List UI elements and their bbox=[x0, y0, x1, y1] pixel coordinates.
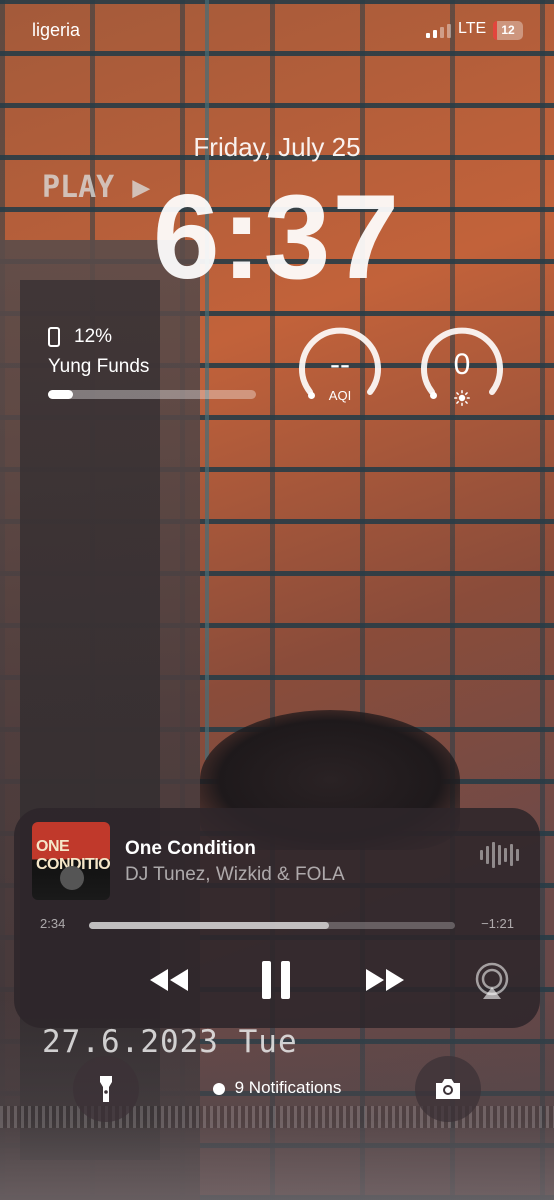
playback-scrubber[interactable] bbox=[89, 922, 455, 929]
aqi-widget[interactable]: -- AQI bbox=[296, 326, 384, 414]
song-title: One Condition bbox=[125, 838, 256, 859]
fast-forward-button[interactable] bbox=[360, 958, 410, 1002]
status-bar: ligeria LTE 12 bbox=[0, 0, 554, 64]
airplay-button[interactable] bbox=[472, 961, 512, 1001]
network-type: LTE bbox=[458, 20, 487, 37]
phone-icon bbox=[48, 327, 60, 347]
battery-fill bbox=[493, 21, 497, 40]
battery-widget[interactable]: 12% Yung Funds bbox=[48, 326, 258, 399]
battery-percent: 12 bbox=[501, 23, 515, 37]
fast-forward-icon bbox=[366, 969, 404, 991]
waveform-icon bbox=[480, 842, 519, 868]
aqi-value: -- bbox=[330, 348, 350, 381]
now-playing-widget[interactable]: ONE CONDITION One Condition DJ Tunez, Wi… bbox=[14, 808, 540, 1028]
uv-indicator-dot bbox=[430, 392, 437, 399]
battery-indicator: 12 bbox=[493, 21, 523, 40]
playback-progress-fill bbox=[89, 922, 330, 929]
notifications-count: 9 Notifications bbox=[234, 1078, 342, 1097]
pause-button[interactable] bbox=[254, 958, 298, 1002]
notification-dot bbox=[212, 1082, 225, 1095]
lock-date: Friday, July 25 bbox=[193, 132, 361, 162]
artwork-figure bbox=[60, 866, 84, 890]
aqi-label: AQI bbox=[328, 388, 352, 403]
signal-icon bbox=[426, 24, 451, 38]
rewind-button[interactable] bbox=[144, 958, 194, 1002]
album-artwork[interactable]: ONE CONDITION bbox=[32, 822, 110, 900]
rewind-icon bbox=[150, 969, 188, 991]
elapsed-time: 2:34 bbox=[40, 916, 66, 931]
airplay-icon bbox=[475, 962, 509, 999]
song-artist: DJ Tunez, Wizkid & FOLA bbox=[125, 864, 345, 885]
widget-battery-bar bbox=[48, 390, 256, 399]
wallpaper-date-text: 27.6.2023 Tue bbox=[42, 1024, 298, 1060]
widget-device-name: Yung Funds bbox=[48, 356, 150, 377]
camera-button[interactable] bbox=[415, 1056, 481, 1122]
uv-value: 0 bbox=[453, 348, 471, 381]
remaining-time: −1:21 bbox=[481, 916, 514, 931]
uv-widget[interactable]: 0 bbox=[418, 326, 506, 414]
pause-icon bbox=[262, 961, 290, 999]
widget-battery-percent: 12% bbox=[74, 326, 113, 347]
camera-icon bbox=[436, 1079, 460, 1099]
carrier-name: ligeria bbox=[32, 20, 81, 40]
widget-battery-bar-fill bbox=[48, 390, 73, 399]
lock-clock: 6:37 bbox=[152, 170, 402, 304]
